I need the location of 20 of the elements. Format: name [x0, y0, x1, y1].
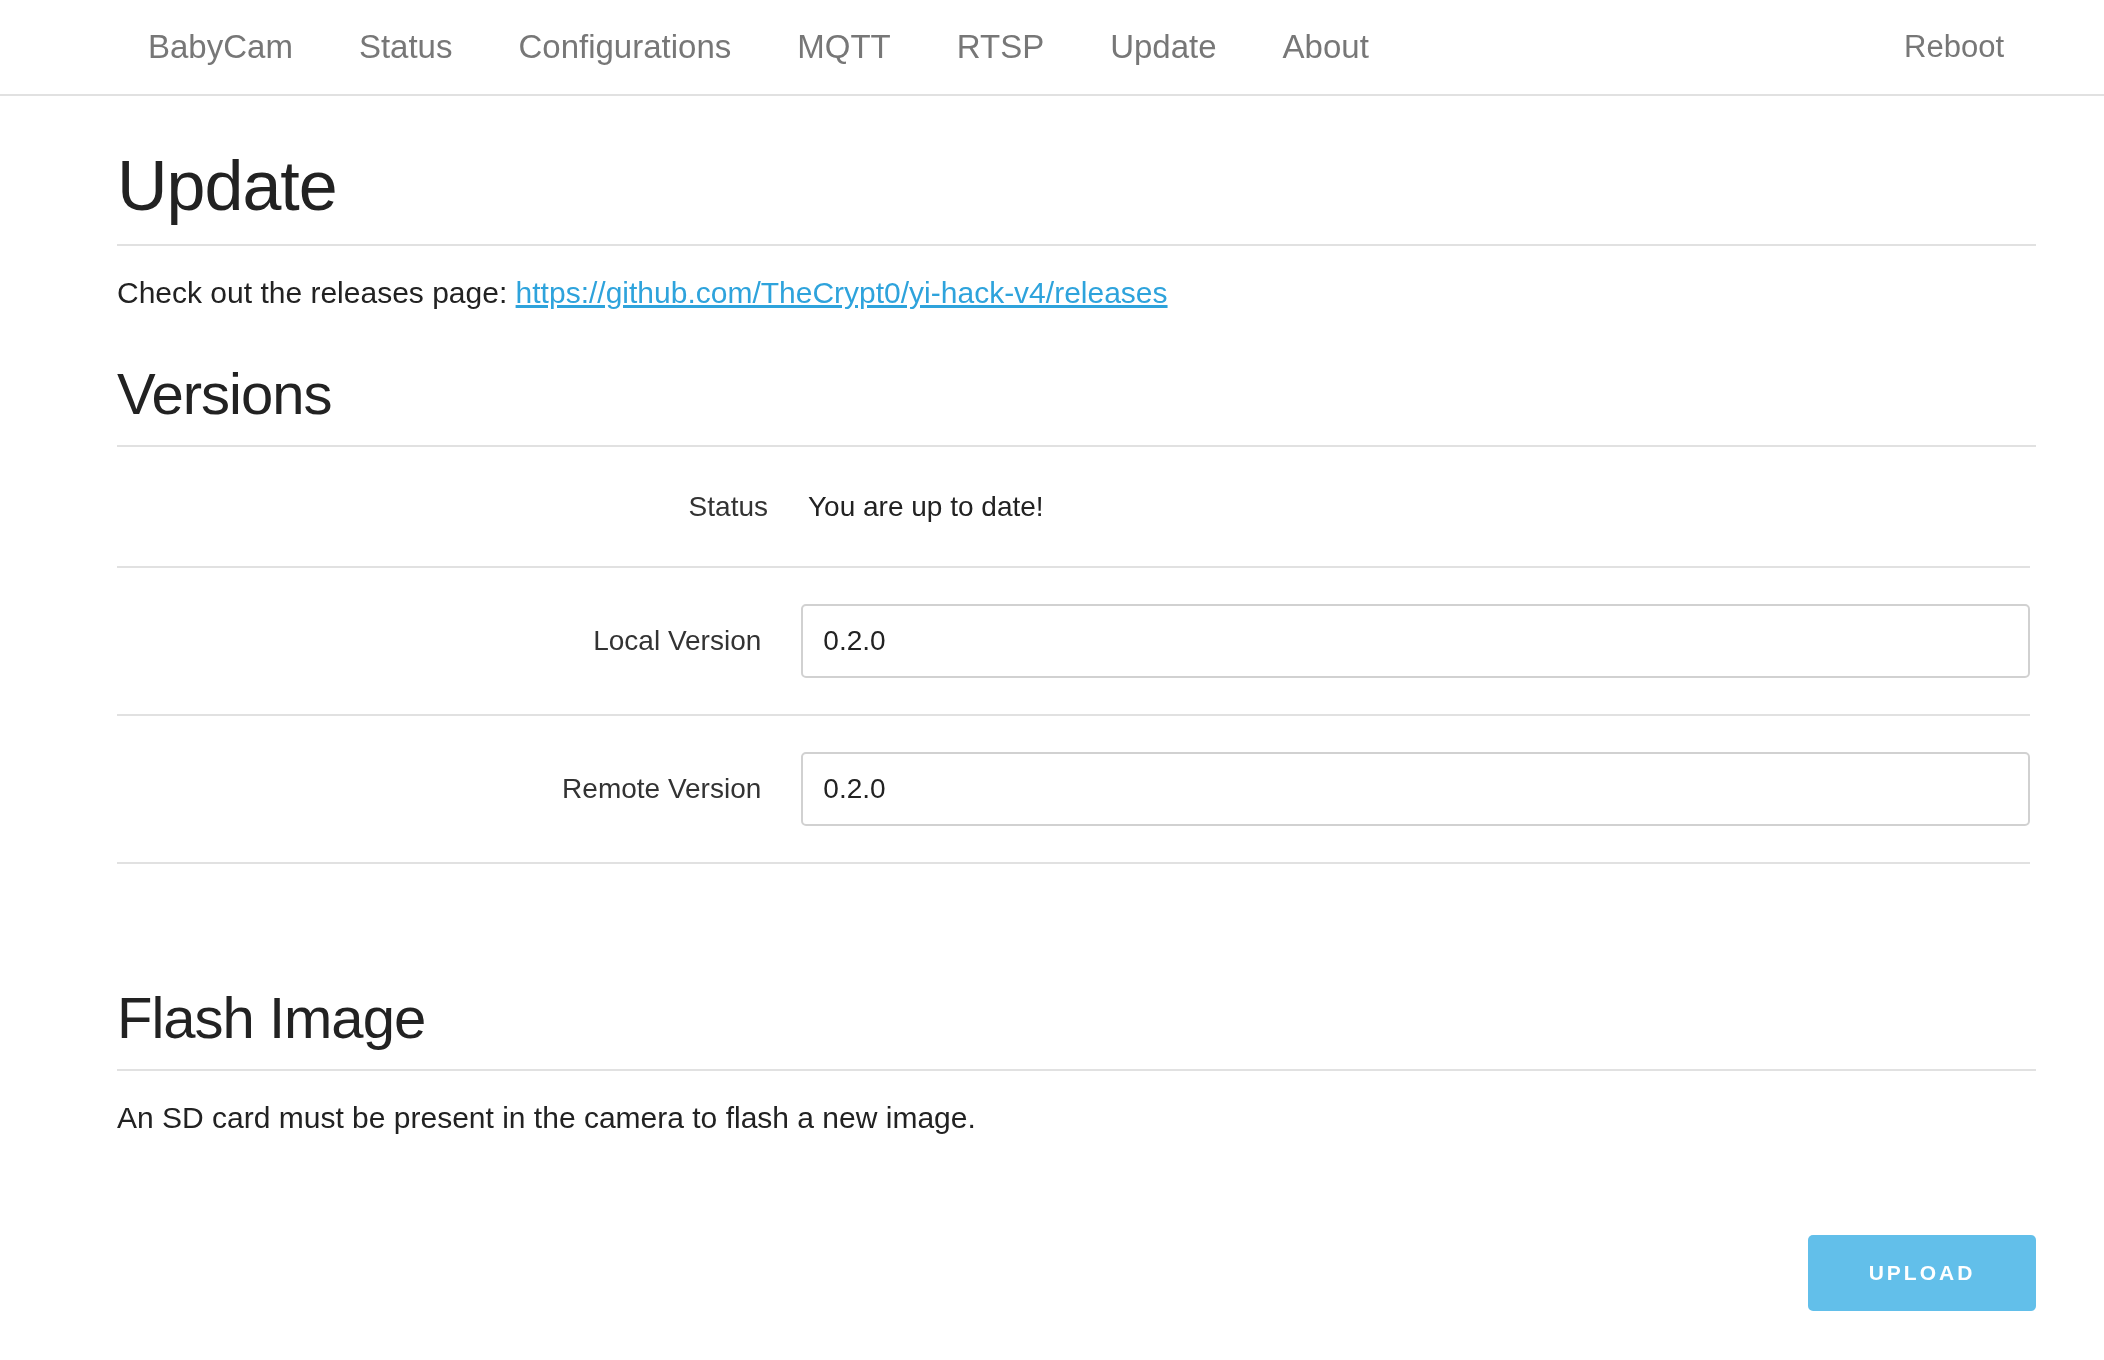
status-text: You are up to date!	[808, 490, 1044, 523]
releases-link[interactable]: https://github.com/TheCrypt0/yi-hack-v4/releases	[515, 276, 1168, 309]
page-heading: Update	[117, 96, 2036, 246]
flash-text: An SD card must be present in the camera to flash a new image.	[117, 1101, 977, 1135]
section-heading: Versions	[117, 310, 2036, 447]
version-field[interactable]: 0.2.0	[801, 604, 2030, 678]
version-field[interactable]: 0.2.0	[801, 752, 2030, 826]
nav-link[interactable]: RTSP	[956, 28, 1045, 66]
nav-link[interactable]: MQTT	[797, 28, 891, 66]
field-label: Status	[687, 490, 769, 523]
reboot-link[interactable]: Reboot	[1904, 29, 2004, 65]
field-label: Remote Version	[561, 773, 763, 805]
nav-link[interactable]: About	[1282, 28, 1369, 66]
nav-link[interactable]: Status	[358, 28, 453, 66]
field-label: Local Version	[592, 625, 763, 657]
section-heading: Flash Image	[117, 864, 2036, 1071]
releases-text: Check out the releases page: https://github.com/TheCrypt0/yi-hack-v4/releases	[117, 276, 1169, 310]
nav-link[interactable]: Configurations	[518, 28, 732, 66]
nav-link[interactable]: BabyCam	[148, 28, 293, 66]
nav-link[interactable]: Update	[1110, 28, 1217, 66]
